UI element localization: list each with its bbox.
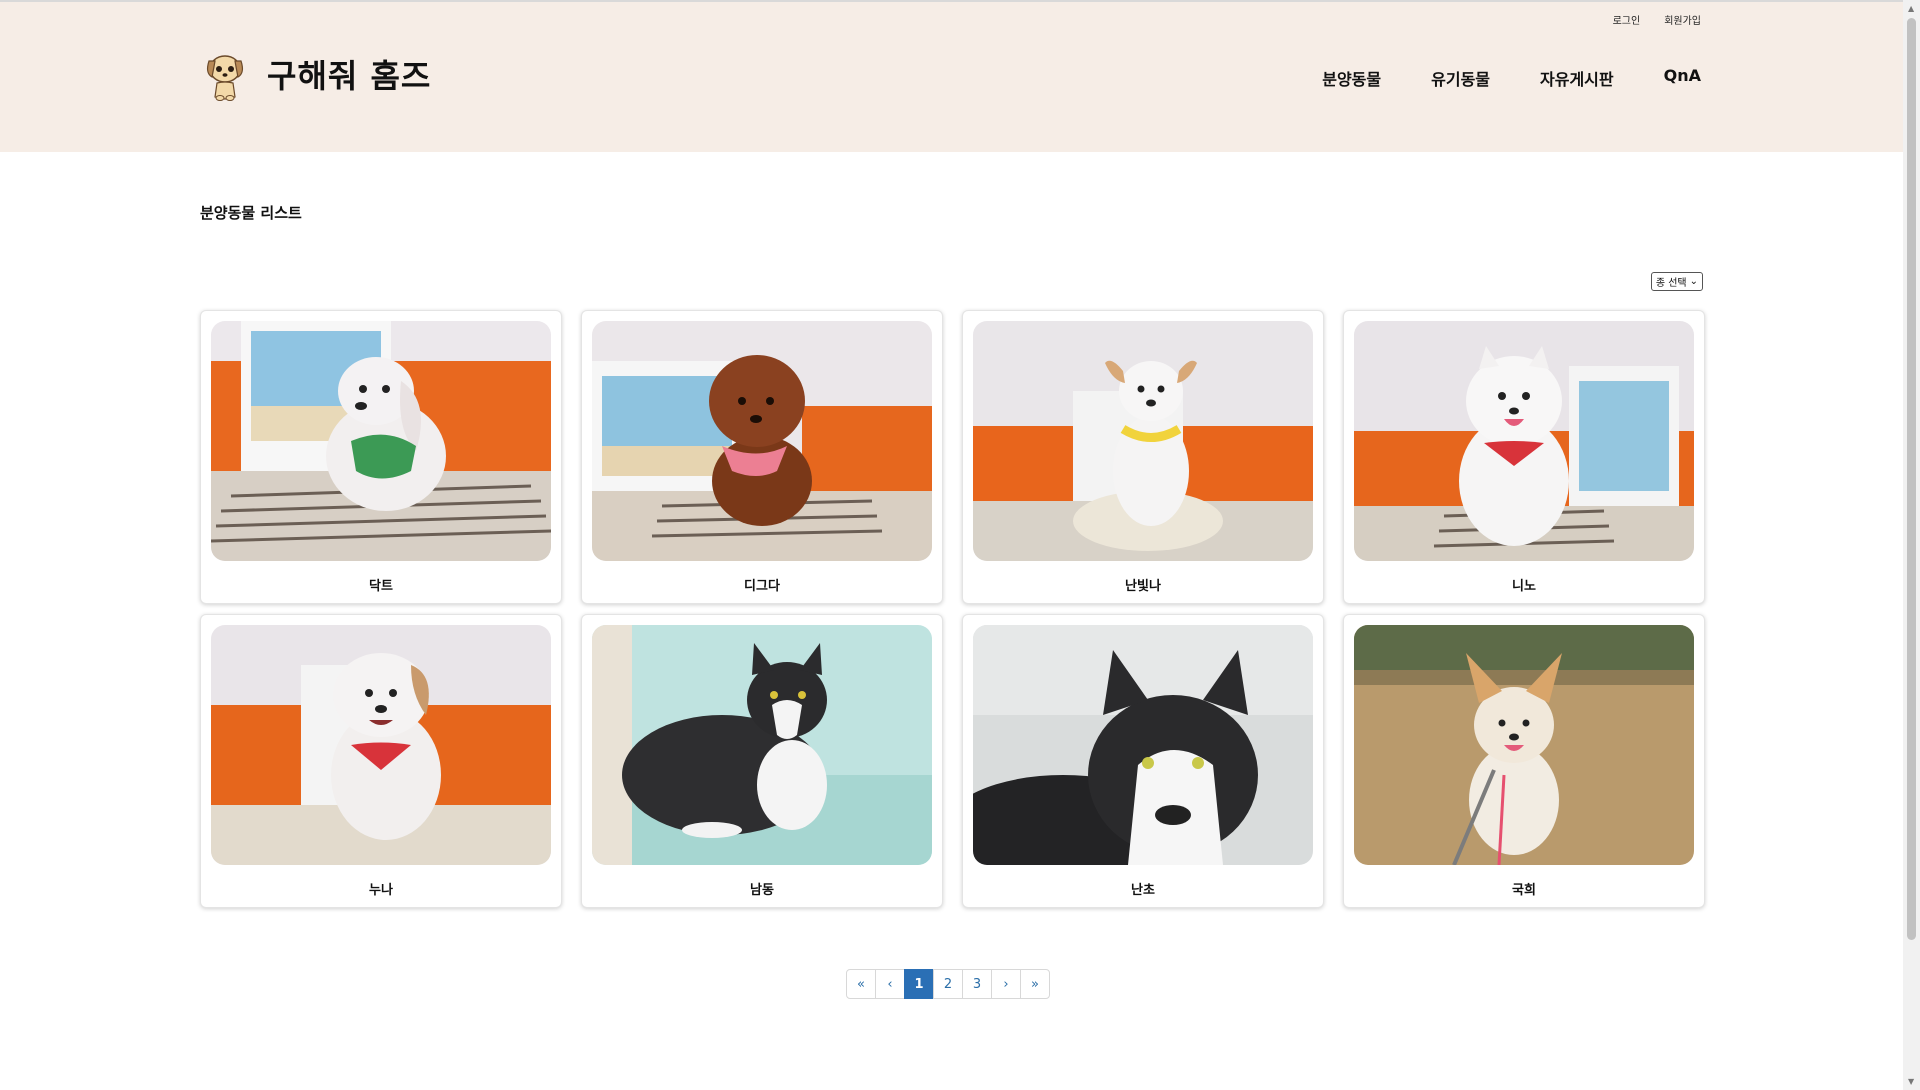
animal-card[interactable]: 난빛나	[962, 310, 1324, 604]
scroll-up-icon[interactable]: ▲	[1908, 4, 1914, 13]
first-page-button[interactable]: «	[846, 969, 876, 999]
scroll-down-icon[interactable]: ▼	[1908, 1077, 1914, 1086]
site-header: 로그인 회원가입 구해줘 홈즈 분양동물 유기동물 자유게시판 QnA	[0, 2, 1903, 152]
animal-card[interactable]: 닥트	[200, 310, 562, 604]
page-button-1[interactable]: 1	[904, 969, 934, 999]
animal-photo[interactable]	[211, 321, 551, 561]
animal-photo[interactable]	[1354, 625, 1694, 865]
vertical-scrollbar[interactable]: ▲ ▼	[1903, 0, 1920, 1090]
prev-page-button[interactable]: ‹	[875, 969, 905, 999]
animal-name: 난빛나	[1125, 579, 1161, 594]
page-button-2[interactable]: 2	[933, 969, 963, 999]
page-button-3[interactable]: 3	[962, 969, 992, 999]
animal-name: 누나	[369, 883, 393, 898]
next-page-button[interactable]: ›	[991, 969, 1021, 999]
dog-mascot-icon	[206, 55, 244, 101]
scrollbar-thumb[interactable]	[1907, 18, 1916, 940]
animal-photo[interactable]	[211, 625, 551, 865]
logo-text: 구해줘 홈즈	[267, 57, 432, 95]
animal-card[interactable]: 남동	[581, 614, 943, 908]
animal-photo[interactable]	[592, 321, 932, 561]
animal-photo[interactable]	[1354, 321, 1694, 561]
util-links: 로그인 회원가입	[1613, 12, 1701, 27]
species-select[interactable]: 종 선택 ⌄	[1650, 272, 1703, 291]
main-nav: 분양동물 유기동물 자유게시판 QnA	[1322, 66, 1701, 90]
nav-abandoned[interactable]: 유기동물	[1431, 66, 1490, 90]
chevron-down-icon: ⌄	[1689, 276, 1698, 287]
animal-photo[interactable]	[592, 625, 932, 865]
nav-free-board[interactable]: 자유게시판	[1540, 66, 1614, 90]
nav-adoption[interactable]: 분양동물	[1322, 66, 1381, 90]
animal-photo[interactable]	[973, 321, 1313, 561]
animal-photo[interactable]	[973, 625, 1313, 865]
signup-link[interactable]: 회원가입	[1664, 12, 1701, 27]
animal-name: 니노	[1512, 579, 1536, 594]
animal-name: 디그다	[744, 579, 780, 594]
animal-name: 난초	[1131, 883, 1155, 898]
animal-name: 남동	[750, 883, 774, 898]
animal-card[interactable]: 난초	[962, 614, 1324, 908]
login-link[interactable]: 로그인	[1613, 12, 1641, 27]
species-select-value: 종 선택	[1655, 278, 1687, 289]
page-title: 분양동물 리스트	[200, 204, 302, 222]
pagination: « ‹ 1 2 3 › »	[846, 969, 1050, 999]
animal-name: 닥트	[369, 579, 393, 594]
animal-card[interactable]: 국희	[1343, 614, 1705, 908]
animal-name: 국희	[1512, 883, 1536, 898]
animal-card[interactable]: 니노	[1343, 310, 1705, 604]
nav-qna[interactable]: QnA	[1664, 66, 1701, 90]
animal-card[interactable]: 디그다	[581, 310, 943, 604]
last-page-button[interactable]: »	[1020, 969, 1050, 999]
logo[interactable]: 구해줘 홈즈	[203, 47, 431, 101]
animal-card[interactable]: 누나	[200, 614, 562, 908]
